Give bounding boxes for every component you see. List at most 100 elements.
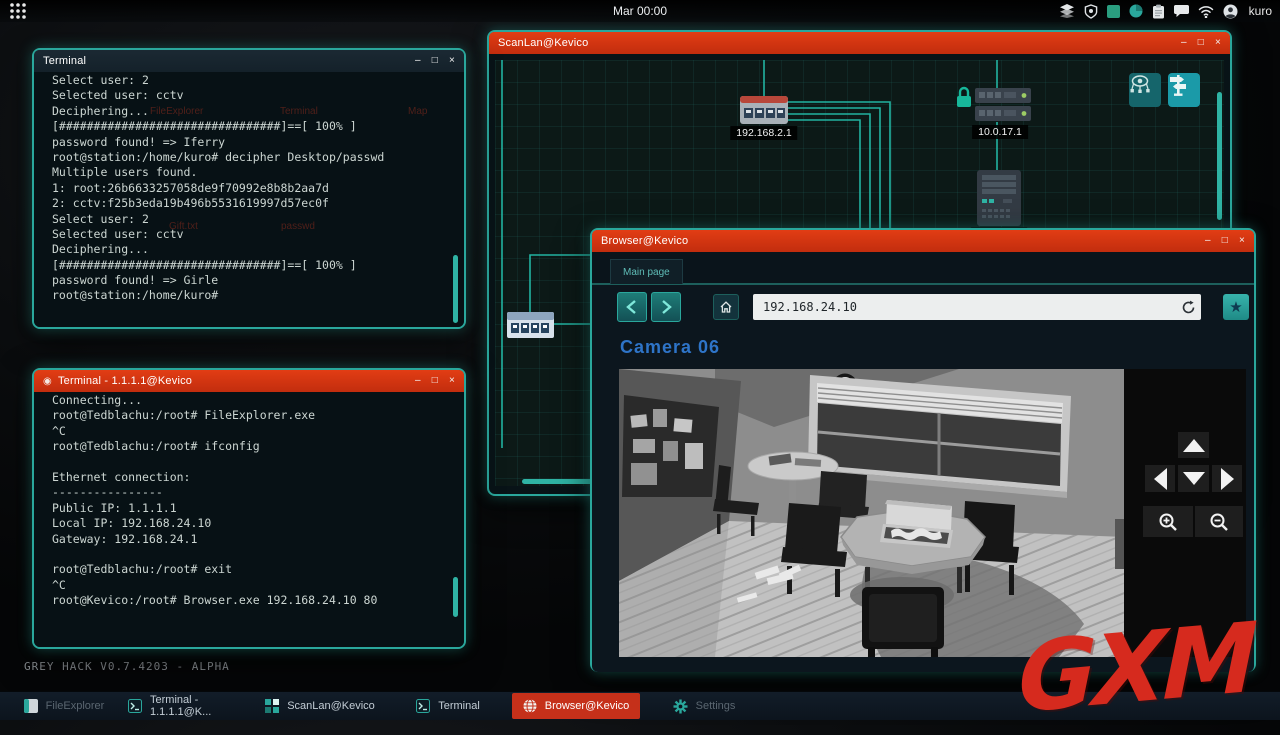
- terminal-output[interactable]: Connecting...root@Tedblachu:/root# FileE…: [34, 392, 464, 647]
- minimize-button[interactable]: –: [1205, 236, 1211, 246]
- url-input[interactable]: [753, 300, 1175, 314]
- terminal-line: Ethernet connection:: [52, 470, 446, 485]
- terminal-line: [52, 547, 446, 562]
- wifi-icon[interactable]: [1198, 5, 1214, 18]
- scan-tool-button[interactable]: [1129, 73, 1161, 107]
- zoom-out-button[interactable]: [1195, 506, 1243, 537]
- browser-tabstrip: Main page: [592, 252, 1254, 285]
- window-title: Terminal - 1.1.1.1@Kevico: [58, 375, 192, 387]
- signpost-icon: [1168, 73, 1188, 97]
- clipboard-icon[interactable]: [1152, 4, 1165, 19]
- pan-up-button[interactable]: [1178, 432, 1209, 458]
- forward-button[interactable]: [651, 292, 681, 322]
- taskbar-item-terminal[interactable]: Terminal: [384, 692, 512, 720]
- shield-icon[interactable]: [1084, 4, 1098, 19]
- terminal-titlebar[interactable]: Terminal – □ ×: [34, 50, 464, 72]
- map-horizontal-scrollbar[interactable]: [522, 479, 594, 484]
- window-title: Browser@Kevico: [601, 235, 688, 247]
- taskbar-item-fileexplorer[interactable]: FileExplorer: [0, 692, 128, 720]
- chair-front: [850, 577, 954, 657]
- terminal-line: ^C: [52, 578, 446, 593]
- taskbar-item-remote-terminal[interactable]: Terminal - 1.1.1.1@K...: [128, 692, 256, 720]
- terminal-line: Deciphering...: [52, 104, 446, 119]
- remote-terminal-titlebar[interactable]: ◉ Terminal - 1.1.1.1@Kevico – □ ×: [34, 370, 464, 392]
- tab-label: Main page: [623, 267, 670, 278]
- chat-icon[interactable]: [1174, 4, 1189, 18]
- zoom-in-button[interactable]: [1143, 506, 1193, 537]
- top-bar: Mar 00:00: [0, 0, 1280, 22]
- right-wall-edge: [1115, 519, 1124, 569]
- camera-scene: [619, 369, 1124, 657]
- bulletin-board: [622, 395, 719, 497]
- terminal-line: password found! => Iferry: [52, 135, 446, 150]
- camera-control-panel: [1124, 369, 1246, 657]
- terminal-line: Selected user: cctv: [52, 227, 446, 242]
- map-legend-button[interactable]: [1168, 73, 1200, 107]
- lock-icon: [957, 88, 971, 107]
- terminal-line: Public IP: 1.1.1.1: [52, 501, 446, 516]
- terminal-line: root@station:/home/kuro#: [52, 288, 446, 303]
- terminal-line: Select user: 2: [52, 212, 446, 227]
- terminal-line: Selected user: cctv: [52, 88, 446, 103]
- avatar-icon[interactable]: [1223, 4, 1238, 19]
- pan-right-button[interactable]: [1212, 465, 1242, 492]
- globe-icon: [523, 699, 537, 713]
- workstation-node: [977, 170, 1021, 226]
- terminal-line: ^C: [52, 424, 446, 439]
- maximize-button[interactable]: □: [432, 376, 438, 386]
- zoom-in-icon: [1158, 512, 1178, 532]
- terminal-window: Terminal – □ × Select user: 2Selected us…: [32, 48, 466, 329]
- scanlan-titlebar[interactable]: ScanLan@Kevico – □ ×: [489, 32, 1230, 54]
- minimize-button[interactable]: –: [415, 56, 421, 66]
- taskbar-item-label: Settings: [696, 700, 736, 712]
- layers-icon[interactable]: [1059, 4, 1075, 18]
- back-button[interactable]: [617, 292, 647, 322]
- maximize-button[interactable]: □: [1222, 236, 1228, 246]
- node-ip-label[interactable]: 192.168.2.1: [730, 126, 797, 140]
- terminal-line: root@Tedblachu:/root# exit: [52, 562, 446, 577]
- terminal-app-icon: ◉: [43, 376, 52, 387]
- zoom-out-icon: [1209, 512, 1229, 532]
- terminal-scrollbar[interactable]: [453, 255, 458, 323]
- router-node: [740, 96, 788, 124]
- taskbar-item-label: FileExplorer: [46, 700, 105, 712]
- pan-left-button[interactable]: [1145, 465, 1175, 492]
- tab-main-page[interactable]: Main page: [610, 259, 683, 284]
- battery-square-icon[interactable]: [1107, 5, 1120, 18]
- node-ip-label[interactable]: 10.0.17.1: [972, 125, 1028, 139]
- maximize-button[interactable]: □: [432, 56, 438, 66]
- close-button[interactable]: ×: [449, 376, 455, 386]
- taskbar-item-browser[interactable]: Browser@Kevico: [512, 693, 640, 719]
- browser-titlebar[interactable]: Browser@Kevico – □ ×: [592, 230, 1254, 252]
- fileexplorer-icon: [24, 699, 38, 713]
- terminal-line: root@Tedblachu:/root# FileExplorer.exe: [52, 408, 446, 423]
- maximize-button[interactable]: □: [1198, 38, 1204, 48]
- close-button[interactable]: ×: [449, 56, 455, 66]
- pie-status-icon[interactable]: [1129, 4, 1143, 18]
- bookmark-button[interactable]: ★: [1223, 294, 1249, 320]
- taskbar-item-label: ScanLan@Kevico: [287, 700, 375, 712]
- minimize-button[interactable]: –: [1181, 38, 1187, 48]
- terminal-scrollbar[interactable]: [453, 577, 458, 617]
- app-grid-icon[interactable]: [8, 1, 28, 21]
- taskbar: FileExplorer Terminal - 1.1.1.1@K... Sca…: [0, 691, 1280, 720]
- terminal-line: Local IP: 192.168.24.10: [52, 516, 446, 531]
- close-button[interactable]: ×: [1239, 236, 1245, 246]
- refresh-button[interactable]: [1175, 294, 1201, 320]
- taskbar-item-settings[interactable]: Settings: [640, 692, 768, 720]
- terminal-line: Connecting...: [52, 393, 446, 408]
- pan-down-button[interactable]: [1178, 465, 1209, 492]
- switch-node: [507, 312, 554, 338]
- terminal-line: ----------------: [52, 485, 446, 500]
- clock-text: Mar 00:00: [613, 4, 667, 18]
- map-vertical-scrollbar[interactable]: [1217, 92, 1222, 220]
- terminal-icon: [128, 699, 142, 713]
- down-arrow-icon: [1183, 472, 1205, 485]
- home-button[interactable]: [713, 294, 739, 320]
- close-button[interactable]: ×: [1215, 38, 1221, 48]
- terminal-output[interactable]: Select user: 2Selected user: cctvDeciphe…: [34, 72, 464, 327]
- browser-toolbar: ★: [592, 285, 1254, 329]
- taskbar-item-scanlan[interactable]: ScanLan@Kevico: [256, 692, 384, 720]
- minimize-button[interactable]: –: [415, 376, 421, 386]
- window-title: ScanLan@Kevico: [498, 37, 588, 49]
